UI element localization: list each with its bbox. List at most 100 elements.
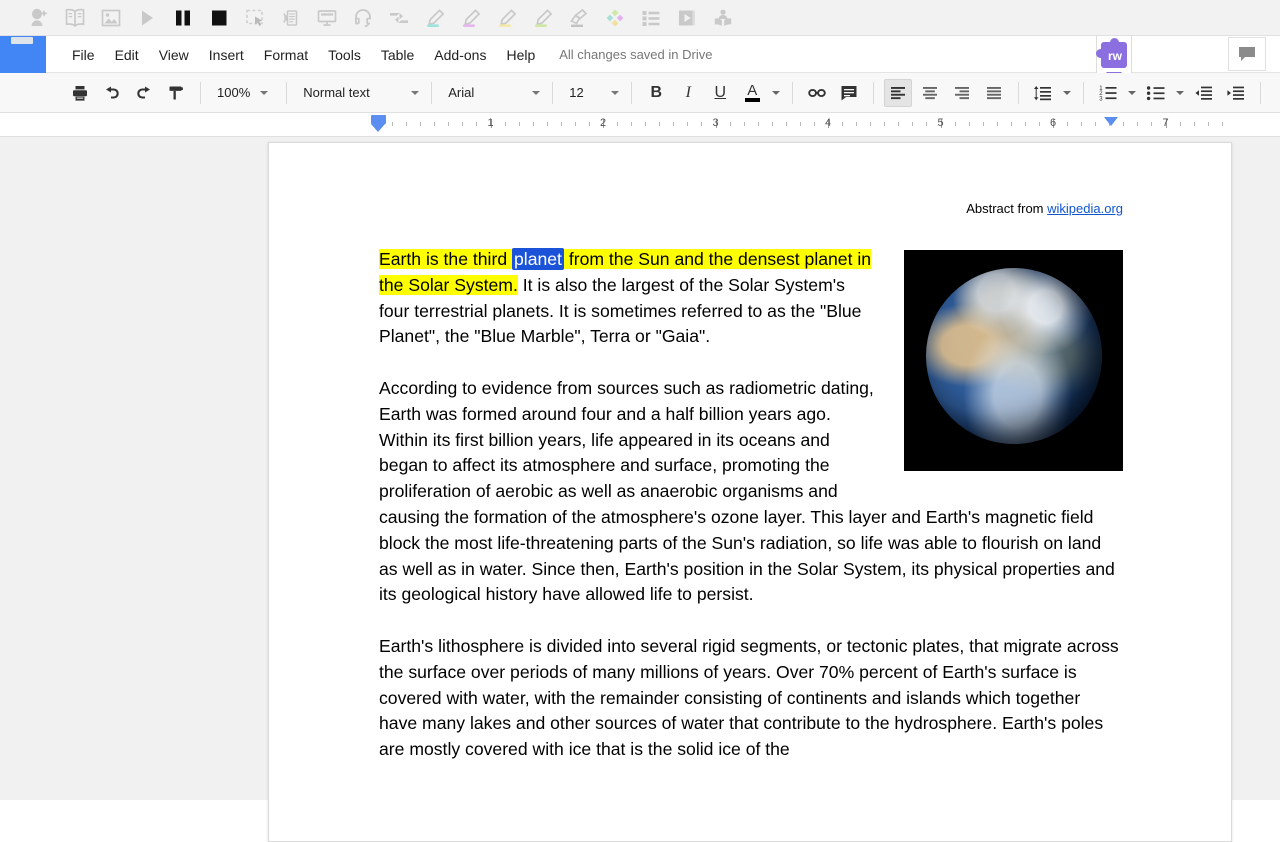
add-comment-button[interactable] <box>835 79 863 107</box>
stop-icon[interactable] <box>204 3 234 33</box>
earth-globe-graphic <box>926 268 1102 444</box>
align-center-button[interactable] <box>916 79 944 107</box>
ruler-minor-tick <box>476 122 477 126</box>
redo-button[interactable] <box>130 79 158 107</box>
toolbar-divider <box>286 82 287 104</box>
ruler-minor-tick <box>575 122 576 126</box>
translator-icon[interactable] <box>384 3 414 33</box>
menu-add-ons[interactable]: Add-ons <box>424 44 496 66</box>
ruler-minor-tick <box>926 122 927 126</box>
document-page[interactable]: Abstract from wikipedia.org Earth is the… <box>268 142 1232 842</box>
comment-bubble-icon[interactable] <box>1228 37 1266 71</box>
line-spacing-button[interactable] <box>1029 79 1057 107</box>
highlight-green-icon[interactable] <box>528 3 558 33</box>
highlight-blue-icon[interactable] <box>420 3 450 33</box>
docs-header: File Edit View Insert Format Tools Table… <box>0 36 1280 73</box>
vocabulary-icon[interactable] <box>600 3 630 33</box>
text-color-dropdown[interactable] <box>770 79 782 107</box>
pause-icon[interactable] <box>168 3 198 33</box>
zoom-level-dropdown[interactable]: 100% <box>209 80 272 106</box>
screen-masking-icon[interactable] <box>312 3 342 33</box>
ruler-minor-tick <box>1180 122 1181 126</box>
clear-highlights-icon[interactable] <box>564 3 594 33</box>
document-body[interactable]: Abstract from wikipedia.org Earth is the… <box>379 201 1123 763</box>
paint-format-button[interactable] <box>162 79 190 107</box>
menu-table[interactable]: Table <box>371 44 424 66</box>
underline-button[interactable]: U <box>706 79 734 107</box>
google-docs-logo[interactable] <box>0 36 46 73</box>
menu-insert[interactable]: Insert <box>199 44 254 66</box>
italic-label: I <box>686 85 691 101</box>
toolbar-divider <box>552 82 553 104</box>
font-family-value: Arial <box>448 85 474 100</box>
ruler-minor-tick <box>730 122 731 126</box>
ruler-minor-tick <box>1081 122 1082 126</box>
play-icon[interactable] <box>132 3 162 33</box>
numbered-list-button[interactable]: 123 <box>1094 79 1122 107</box>
ruler[interactable]: 1234567 <box>0 113 1280 137</box>
simplify-page-icon[interactable] <box>708 3 738 33</box>
earth-photo[interactable] <box>904 250 1123 471</box>
highlight-pink-icon[interactable] <box>456 3 486 33</box>
align-justify-button[interactable] <box>980 79 1008 107</box>
line-spacing-dropdown[interactable] <box>1061 79 1073 107</box>
menu-view[interactable]: View <box>149 44 199 66</box>
insert-link-button[interactable] <box>803 79 831 107</box>
ruler-minor-tick <box>533 122 534 126</box>
logo-fold <box>11 37 33 44</box>
chevron-down-icon <box>260 91 268 95</box>
prediction-icon[interactable] <box>24 3 54 33</box>
font-size-dropdown[interactable]: 12 <box>561 80 623 106</box>
bulleted-list-button[interactable] <box>1142 79 1170 107</box>
ruler-minor-tick <box>955 122 956 126</box>
right-indent-marker[interactable] <box>1104 117 1118 126</box>
bulleted-list-dropdown[interactable] <box>1174 79 1186 107</box>
align-left-button[interactable] <box>884 79 912 107</box>
ruler-minor-tick <box>406 122 407 126</box>
menu-format[interactable]: Format <box>254 44 318 66</box>
extension-badge-label: rw <box>1108 50 1122 62</box>
picture-dictionary-icon[interactable] <box>96 3 126 33</box>
font-family-dropdown[interactable]: Arial <box>440 80 544 106</box>
left-indent-marker[interactable] <box>371 115 386 124</box>
bold-button[interactable]: B <box>642 79 670 107</box>
menu-file[interactable]: File <box>62 44 105 66</box>
text-color-button[interactable]: A <box>738 79 766 107</box>
ruler-number: 5 <box>937 117 943 129</box>
read-and-write-extension-button[interactable]: rw <box>1096 36 1132 74</box>
italic-button[interactable]: I <box>674 79 702 107</box>
menu-bar: File Edit View Insert Format Tools Table… <box>62 36 712 73</box>
ruler-number: 7 <box>1162 117 1168 129</box>
screen-mask-panel-icon[interactable] <box>672 3 702 33</box>
ruler-minor-tick <box>589 122 590 126</box>
toolbar-divider <box>1260 82 1261 104</box>
highlight-yellow-icon[interactable] <box>492 3 522 33</box>
align-right-button[interactable] <box>948 79 976 107</box>
ruler-minor-tick <box>1194 122 1195 126</box>
selected-word[interactable]: planet <box>512 248 564 270</box>
numbered-list-dropdown[interactable] <box>1126 79 1138 107</box>
ruler-minor-tick <box>505 122 506 126</box>
ruler-track[interactable]: 1234567 <box>268 113 1232 136</box>
dictionary-icon[interactable] <box>60 3 90 33</box>
ruler-minor-tick <box>434 122 435 126</box>
underline-label: U <box>714 85 726 101</box>
audio-maker-icon[interactable] <box>348 3 378 33</box>
ruler-number: 6 <box>1050 117 1056 129</box>
screenshot-reader-icon[interactable] <box>240 3 270 33</box>
paragraph-style-dropdown[interactable]: Normal text <box>295 80 423 106</box>
undo-button[interactable] <box>98 79 126 107</box>
toolbar-divider <box>200 82 201 104</box>
bold-label: B <box>650 85 662 101</box>
print-button[interactable] <box>66 79 94 107</box>
menu-tools[interactable]: Tools <box>318 44 371 66</box>
increase-indent-button[interactable] <box>1222 79 1250 107</box>
ruler-minor-tick <box>420 122 421 126</box>
decrease-indent-button[interactable] <box>1190 79 1218 107</box>
paragraph-3[interactable]: Earth's lithosphere is divided into seve… <box>379 634 1123 763</box>
menu-help[interactable]: Help <box>496 44 545 66</box>
wikipedia-link[interactable]: wikipedia.org <box>1047 201 1123 216</box>
scan-listen-icon[interactable] <box>276 3 306 33</box>
menu-edit[interactable]: Edit <box>105 44 149 66</box>
collect-highlights-icon[interactable] <box>636 3 666 33</box>
